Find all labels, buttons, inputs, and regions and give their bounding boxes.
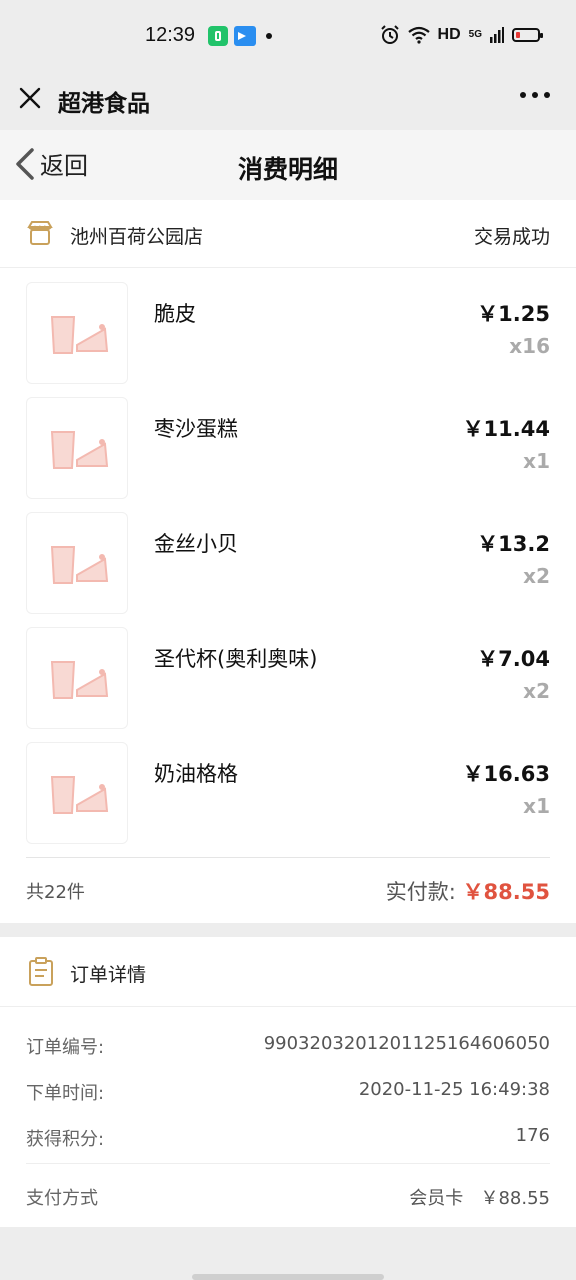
- order-detail-title: 订单详情: [70, 964, 147, 986]
- item-list: 脆皮 ￥1.25 x16 枣沙蛋糕 ￥11.44 x1 金丝小贝 ￥13.2 x…: [0, 268, 576, 857]
- status-app-icons: [208, 26, 272, 46]
- order-time-value: 2020-11-25 16:49:38: [358, 1079, 550, 1100]
- battery-low-icon: [512, 28, 543, 42]
- product-thumbnail: [26, 627, 128, 729]
- item-count: 共22件: [26, 882, 85, 903]
- item-price: ￥13.2: [477, 532, 550, 556]
- points-label: 获得积分:: [26, 1129, 105, 1150]
- app-icon-blue: [234, 26, 256, 46]
- product-thumbnail: [26, 742, 128, 844]
- order-time-row: 下单时间: 2020-11-25 16:49:38: [26, 1069, 550, 1115]
- order-number-row: 订单编号: 990320320120112516460605​0: [26, 1023, 550, 1069]
- signal-icon: [490, 27, 504, 43]
- paid-amount: ￥88.55: [462, 880, 550, 904]
- section-divider: [0, 923, 576, 937]
- food-placeholder-icon: [50, 316, 109, 354]
- food-placeholder-icon: [50, 661, 109, 699]
- paid-total: 实付款: ￥88.55: [386, 876, 550, 906]
- order-time-label: 下单时间:: [26, 1083, 105, 1104]
- close-icon[interactable]: [16, 84, 44, 112]
- order-number-value: 990320320120112516460605​0: [263, 1033, 550, 1054]
- home-indicator[interactable]: [192, 1274, 384, 1280]
- order-card: 池州百荷公园店 交易成功 脆皮 ￥1.25 x16 枣沙蛋糕 ￥11.44 x1…: [0, 200, 576, 923]
- order-total-row: 共22件 实付款: ￥88.55: [26, 857, 550, 923]
- product-thumbnail: [26, 282, 128, 384]
- list-item[interactable]: 金丝小贝 ￥13.2 x2: [0, 512, 576, 627]
- list-item[interactable]: 奶油格格 ￥16.63 x1: [0, 742, 576, 857]
- item-name: 奶油格格: [154, 762, 238, 786]
- food-placeholder-icon: [50, 776, 109, 814]
- payment-method-row: 支付方式 会员卡 ￥88.55: [26, 1163, 550, 1227]
- network-hd-label: HD: [437, 26, 461, 43]
- item-price: ￥16.63: [462, 762, 550, 786]
- item-quantity: x16: [509, 334, 550, 358]
- signal-5g-label: 5G: [468, 29, 482, 40]
- payment-method-value: 会员卡 ￥88.55: [409, 1188, 550, 1209]
- store-name: 池州百荷公园店: [70, 226, 204, 248]
- item-quantity: x2: [523, 564, 550, 588]
- item-quantity: x1: [523, 794, 550, 818]
- item-name: 金丝小贝: [154, 532, 238, 556]
- item-price: ￥7.04: [477, 647, 550, 671]
- points-row: 获得积分: 176: [26, 1115, 550, 1161]
- list-item[interactable]: 枣沙蛋糕 ￥11.44 x1: [0, 397, 576, 512]
- page-title: 消费明细: [237, 155, 338, 184]
- food-placeholder-icon: [50, 431, 109, 469]
- food-placeholder-icon: [50, 546, 109, 584]
- item-price: ￥1.25: [477, 302, 550, 326]
- item-price: ￥11.44: [462, 417, 550, 441]
- list-item[interactable]: 脆皮 ￥1.25 x16: [0, 282, 576, 397]
- order-detail-card: 订单详情 订单编号: 990320320120112516460605​0 下单…: [0, 937, 576, 1227]
- paid-label: 实付款:: [385, 880, 463, 904]
- order-status: 交易成功: [473, 226, 550, 248]
- clipboard-icon: [29, 957, 53, 986]
- item-name: 枣沙蛋糕: [154, 417, 238, 441]
- status-time: 12:39: [145, 24, 196, 46]
- store-row: 池州百荷公园店 交易成功: [0, 200, 576, 268]
- notification-dot: [266, 33, 272, 39]
- status-right: HD 5G: [380, 25, 543, 45]
- more-options-icon[interactable]: [520, 92, 550, 98]
- app-name: 超港食品: [58, 91, 150, 117]
- app-icon-green: [208, 26, 228, 46]
- payment-method-label: 支付方式: [26, 1188, 98, 1209]
- product-thumbnail: [26, 397, 128, 499]
- page-nav: 返回 消费明细: [0, 130, 576, 200]
- item-quantity: x2: [523, 679, 550, 703]
- order-number-label: 订单编号:: [26, 1037, 105, 1058]
- status-bar: 12:39 HD 5G: [0, 0, 576, 72]
- order-detail-header: 订单详情: [0, 937, 576, 1007]
- wifi-icon: [407, 26, 430, 44]
- points-value: 176: [515, 1125, 550, 1146]
- item-name: 脆皮: [154, 302, 196, 326]
- app-titlebar: 超港食品: [0, 72, 576, 130]
- order-detail-body: 订单编号: 990320320120112516460605​0 下单时间: 2…: [0, 1007, 576, 1227]
- store-icon: [27, 221, 53, 245]
- product-thumbnail: [26, 512, 128, 614]
- alarm-icon: [380, 25, 399, 44]
- list-item[interactable]: 圣代杯(奥利奥味) ￥7.04 x2: [0, 627, 576, 742]
- item-name: 圣代杯(奥利奥味): [154, 647, 318, 671]
- item-quantity: x1: [523, 449, 550, 473]
